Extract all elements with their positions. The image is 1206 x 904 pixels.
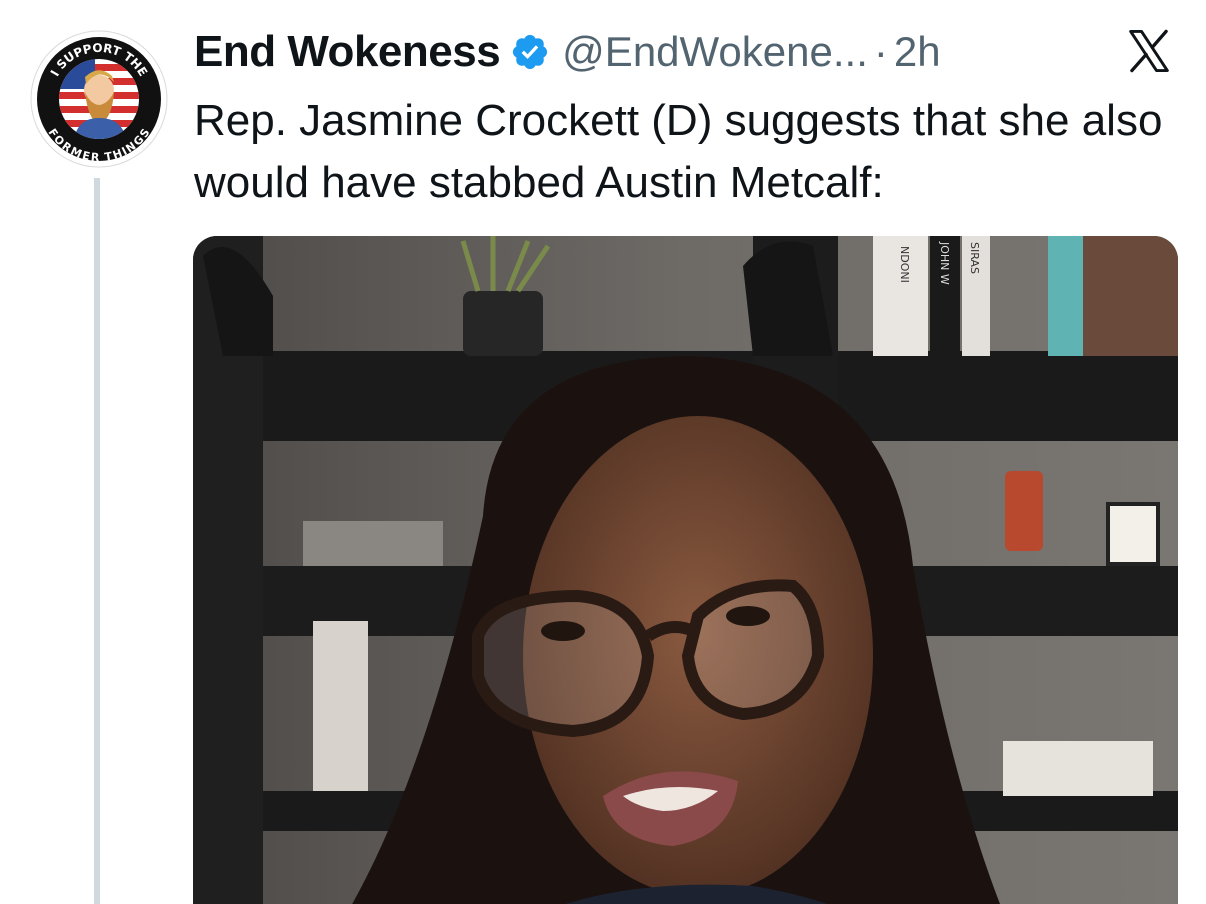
header-separator: ·: [873, 28, 888, 75]
avatar-badge-graphic: I SUPPORT THE FORMER THINGS: [30, 30, 168, 168]
thread-connector-line: [94, 178, 100, 904]
book-spine-3: SIRAS: [968, 242, 981, 274]
tweet-header: End Wokeness @EndWokene... · 2h: [194, 24, 941, 80]
video-thumbnail-image: NDONI JOHN W SIRAS: [193, 236, 1178, 904]
tweet-timestamp[interactable]: 2h: [894, 28, 941, 76]
x-logo-icon[interactable]: [1122, 26, 1176, 76]
tweet-media-video[interactable]: NDONI JOHN W SIRAS: [193, 236, 1178, 904]
tweet-card[interactable]: I SUPPORT THE FORMER THINGS End Wokeness…: [0, 0, 1206, 904]
book-spine-2: JOHN W: [938, 241, 951, 285]
author-handle[interactable]: @EndWokene...: [562, 28, 868, 76]
tweet-text: Rep. Jasmine Crockett (D) suggests that …: [194, 96, 1163, 207]
author-name[interactable]: End Wokeness: [194, 27, 501, 77]
book-spine-1: NDONI: [898, 246, 911, 283]
verified-badge-icon[interactable]: [510, 32, 550, 72]
author-avatar[interactable]: I SUPPORT THE FORMER THINGS: [30, 30, 168, 168]
